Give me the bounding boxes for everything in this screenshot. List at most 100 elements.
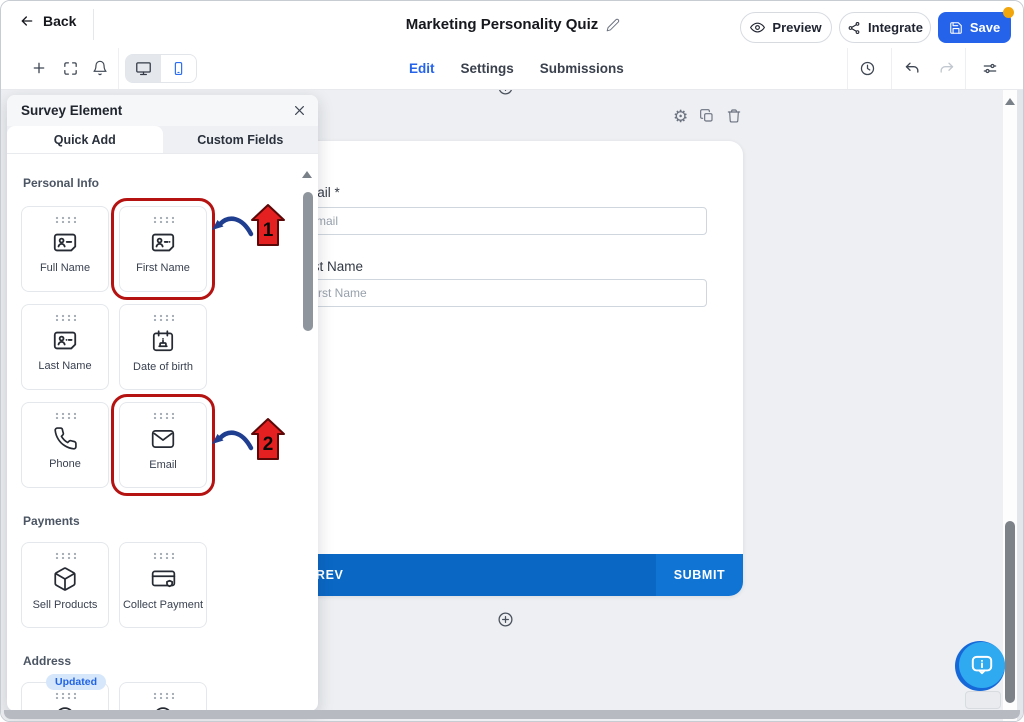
sliders-icon[interactable] <box>981 60 999 77</box>
gear-icon[interactable]: ⚙ <box>673 108 688 125</box>
desktop-view-button[interactable] <box>126 55 161 82</box>
save-button[interactable]: Save <box>938 12 1011 43</box>
drag-handle-icon[interactable] <box>54 314 76 321</box>
drag-handle-icon[interactable] <box>152 412 174 419</box>
integrate-button[interactable]: Integrate <box>839 12 931 43</box>
tab-edit[interactable]: Edit <box>409 61 435 76</box>
preview-button[interactable]: Preview <box>740 12 832 43</box>
eye-icon <box>750 20 765 35</box>
preview-label: Preview <box>772 20 821 35</box>
add-icon[interactable] <box>31 60 47 76</box>
id-card-icon <box>51 328 79 353</box>
panel-header: Survey Element <box>7 95 318 126</box>
drag-handle-icon[interactable] <box>152 216 174 223</box>
project-title-wrap: Marketing Personality Quiz <box>313 1 713 48</box>
panel-title: Survey Element <box>21 103 122 118</box>
section-label-address: Address <box>23 654 318 668</box>
close-icon[interactable] <box>293 104 306 117</box>
id-card-icon <box>149 230 177 255</box>
element-card-first-name[interactable]: First Name <box>119 206 207 292</box>
element-card-address-2[interactable] <box>119 682 207 711</box>
tab-quick-add[interactable]: Quick Add <box>7 126 163 153</box>
top-bar: Back Marketing Personality Quiz Preview … <box>1 1 1024 49</box>
add-element-below-icon[interactable] <box>497 611 514 628</box>
drag-handle-icon[interactable] <box>152 692 174 699</box>
drag-handle-icon[interactable] <box>152 552 174 559</box>
back-button[interactable]: Back <box>19 13 76 29</box>
redo-icon[interactable] <box>938 60 955 77</box>
package-icon <box>52 566 78 592</box>
email-icon <box>150 426 176 452</box>
calendar-icon <box>150 328 176 354</box>
page-title: Marketing Personality Quiz <box>406 16 599 33</box>
trash-icon[interactable] <box>726 108 742 125</box>
page-scrollbar-thumb[interactable] <box>1005 521 1015 703</box>
history-icon[interactable] <box>859 60 876 77</box>
mobile-view-button[interactable] <box>161 55 196 82</box>
element-card-label: Phone <box>49 458 81 470</box>
block-actions: ⚙ <box>673 108 742 125</box>
integrate-label: Integrate <box>868 20 923 35</box>
form-block: Email * First Name PREV SUBMIT <box>267 141 743 596</box>
save-label: Save <box>970 20 1000 35</box>
prev-button[interactable]: PREV <box>267 554 656 596</box>
section-label-personal-info: Personal Info <box>23 176 318 190</box>
hidden-widget <box>965 691 1001 709</box>
device-toggle <box>125 54 197 83</box>
element-card-full-name[interactable]: Full Name <box>21 206 109 292</box>
panel-tabs: Quick Add Custom Fields <box>7 126 318 154</box>
drag-handle-icon[interactable] <box>54 692 76 699</box>
panel-scrollbar-thumb[interactable] <box>303 192 313 331</box>
panel-content: Personal Info Full Name First Name <box>7 176 318 711</box>
element-card-label: Email <box>149 459 177 471</box>
notification-dot <box>1003 7 1014 18</box>
duplicate-icon[interactable] <box>699 108 715 125</box>
element-card-label: Sell Products <box>33 599 98 611</box>
tab-submissions[interactable]: Submissions <box>540 61 624 76</box>
monitor-icon <box>135 60 152 77</box>
help-chat-button[interactable] <box>955 641 1005 691</box>
drag-handle-icon[interactable] <box>54 552 76 559</box>
element-card-collect-payment[interactable]: Collect Payment <box>119 542 207 628</box>
phone-icon <box>53 426 78 451</box>
panel-scroll-up-arrow[interactable] <box>302 171 312 178</box>
element-card-last-name[interactable]: Last Name <box>21 304 109 390</box>
share-icon <box>847 21 861 35</box>
email-input[interactable] <box>297 207 707 235</box>
back-arrow-icon <box>19 13 35 29</box>
updated-badge: Updated <box>46 674 106 690</box>
survey-element-panel: Survey Element Quick Add Custom Fields P… <box>7 95 318 711</box>
back-label: Back <box>43 13 76 29</box>
element-card-phone[interactable]: Phone <box>21 402 109 488</box>
phone-device-icon <box>171 61 186 76</box>
drag-handle-icon[interactable] <box>152 314 174 321</box>
element-card-email[interactable]: Email <box>119 402 207 488</box>
tab-custom-fields[interactable]: Custom Fields <box>163 126 319 153</box>
element-card-label: Last Name <box>38 360 91 372</box>
address-grid: Updated <box>21 682 318 711</box>
drag-handle-icon[interactable] <box>54 412 76 419</box>
scroll-up-arrow[interactable] <box>1005 98 1015 105</box>
id-card-icon <box>51 230 79 255</box>
window-bottom-edge <box>4 710 1020 719</box>
first-name-input[interactable] <box>297 279 707 307</box>
chat-info-icon <box>969 652 995 678</box>
undo-icon[interactable] <box>904 60 921 77</box>
element-card-sell-products[interactable]: Sell Products <box>21 542 109 628</box>
app-window: ⚙ Email * First Name PREV SUBMIT <box>0 0 1024 722</box>
elements-icon[interactable] <box>62 60 79 77</box>
editor-toolbar: Edit Settings Submissions <box>1 48 1024 90</box>
bell-icon[interactable] <box>92 60 108 76</box>
form-footer: PREV SUBMIT <box>267 554 743 596</box>
element-card-address-1[interactable]: Updated <box>21 682 109 711</box>
element-card-date-of-birth[interactable]: Date of birth <box>119 304 207 390</box>
submit-button[interactable]: SUBMIT <box>656 554 743 596</box>
edit-title-pencil-icon[interactable] <box>606 18 620 32</box>
add-element-above-icon[interactable] <box>497 89 514 96</box>
tab-settings[interactable]: Settings <box>461 61 514 76</box>
drag-handle-icon[interactable] <box>54 216 76 223</box>
mode-tabs: Edit Settings Submissions <box>409 48 624 89</box>
element-card-label: First Name <box>136 262 190 274</box>
element-card-label: Collect Payment <box>123 599 203 611</box>
payments-grid: Sell Products Collect Payment <box>21 542 318 628</box>
